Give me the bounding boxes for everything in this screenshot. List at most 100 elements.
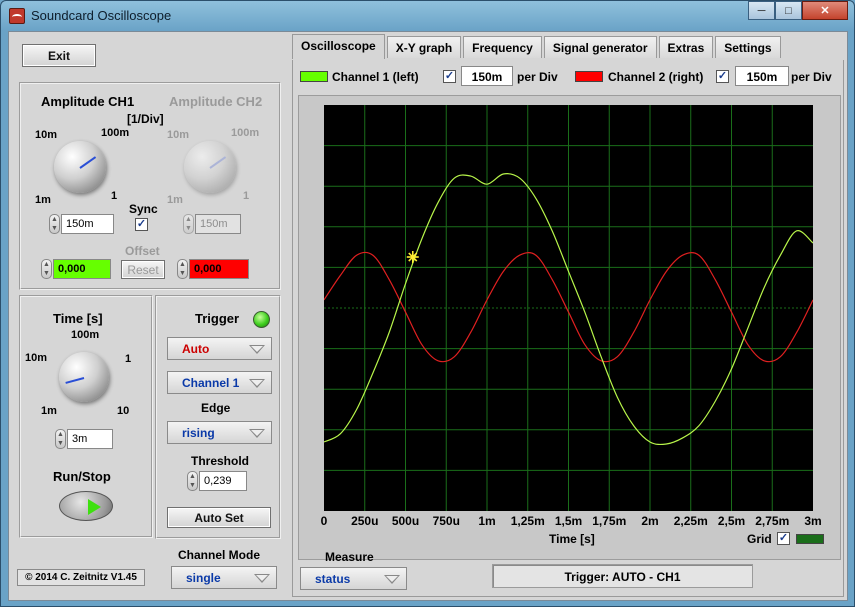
ch1-enable-checkbox[interactable]: ✓ <box>443 70 456 83</box>
edge-label: Edge <box>201 401 231 415</box>
ch1-scale-10m: 10m <box>35 129 58 141</box>
tab-signal-generator[interactable]: Signal generator <box>543 36 657 58</box>
ch1-amplitude-field[interactable]: 150m <box>61 214 114 234</box>
time-scale-1m: 1m <box>41 405 57 417</box>
x-tick-label: 0 <box>320 514 328 528</box>
ch2-scale-1: 1 <box>243 190 250 202</box>
trigger-mode-value: Auto <box>182 342 210 356</box>
scope-display[interactable] <box>323 105 814 511</box>
chevron-down-icon <box>384 575 400 584</box>
chevron-down-icon <box>249 379 265 388</box>
sync-checkbox[interactable]: ✓ <box>135 218 148 231</box>
run-stop-button[interactable] <box>59 491 113 521</box>
channel-mode-label: Channel Mode <box>178 548 261 562</box>
knob-needle <box>79 156 97 169</box>
trigger-edge-select[interactable]: rising <box>167 421 272 444</box>
offset-ch1-spinner[interactable]: ▲ ▼ <box>41 259 52 279</box>
amplitude-ch2-title: Amplitude CH2 <box>169 94 263 109</box>
close-icon: ✕ <box>820 5 830 17</box>
minimize-button[interactable]: ─ <box>748 1 775 20</box>
trigger-title: Trigger <box>195 311 240 326</box>
sync-label: Sync <box>129 202 158 216</box>
threshold-field[interactable]: 0,239 <box>199 471 247 491</box>
ch2-scale-100m: 100m <box>231 127 260 139</box>
tab-oscilloscope[interactable]: Oscilloscope <box>292 34 385 59</box>
knob-needle <box>209 156 227 169</box>
time-panel: Time [s] 100m 10m 1 1m 10 ▲ ▼ 3m Run/Stop <box>19 295 153 538</box>
tab-xy-graph[interactable]: X-Y graph <box>386 36 462 58</box>
exit-button[interactable]: Exit <box>22 44 96 67</box>
x-tick-label: 3m <box>804 514 822 528</box>
time-spinner[interactable]: ▲ ▼ <box>55 429 66 449</box>
trigger-mode-select[interactable]: Auto <box>167 337 272 360</box>
x-tick-label: 2,5m <box>717 514 746 528</box>
trigger-channel-value: Channel 1 <box>182 376 240 390</box>
offset-ch1-field[interactable]: 0,000 <box>53 259 111 279</box>
maximize-button[interactable]: □ <box>775 1 802 20</box>
x-tick-label: 2,25m <box>673 514 708 528</box>
offset-ch2-field[interactable]: 0,000 <box>189 259 249 279</box>
chevron-down-icon <box>254 574 270 583</box>
x-tick-label: 250u <box>351 514 379 528</box>
tab-extras[interactable]: Extras <box>658 36 714 58</box>
client-area: Exit Amplitude CH1 Amplitude CH2 [1/Div]… <box>8 31 848 601</box>
grid-checkbox[interactable]: ✓ <box>777 532 790 545</box>
x-tick-label: 2m <box>641 514 659 528</box>
threshold-spinner[interactable]: ▲ ▼ <box>187 471 198 491</box>
time-scale-100m: 100m <box>71 329 100 341</box>
measure-select[interactable]: status <box>300 567 407 590</box>
ch1-label: Channel 1 (left) <box>332 70 419 84</box>
ch1-color-swatch[interactable] <box>300 71 328 82</box>
scope-plot <box>323 105 814 511</box>
ch2-scale-10m: 10m <box>167 129 190 141</box>
trigger-channel-select[interactable]: Channel 1 <box>167 371 272 394</box>
x-tick-label: 500u <box>391 514 420 528</box>
offset-label: Offset <box>125 244 160 258</box>
grid-color-swatch[interactable] <box>796 534 824 544</box>
ch2-amplitude-spinner: ▲ ▼ <box>183 214 194 234</box>
x-tick-label: 1m <box>478 514 496 528</box>
copyright-label: © 2014 C. Zeitnitz V1.45 <box>17 569 145 586</box>
amplitude-ch1-title: Amplitude CH1 <box>41 94 135 109</box>
ch1-div-field[interactable]: 150m <box>461 66 513 86</box>
trigger-panel: Trigger Auto Channel 1 Edge rising Thres… <box>155 295 281 539</box>
tab-settings[interactable]: Settings <box>715 36 781 58</box>
measure-value: status <box>315 572 351 586</box>
play-icon <box>88 499 101 515</box>
amplitude-panel: Amplitude CH1 Amplitude CH2 [1/Div] 10m … <box>19 82 281 290</box>
ch1-scale-1m: 1m <box>35 194 51 206</box>
tab-frequency[interactable]: Frequency <box>463 36 542 58</box>
run-stop-label: Run/Stop <box>53 469 111 484</box>
time-scale-10: 10 <box>117 405 130 417</box>
offset-ch2-spinner[interactable]: ▲ ▼ <box>177 259 188 279</box>
ch1-amplitude-spinner[interactable]: ▲ ▼ <box>49 214 60 234</box>
channel-mode-select[interactable]: single <box>171 566 277 589</box>
x-tick-label: 2,75m <box>755 514 790 528</box>
x-tick-label: 1,75m <box>592 514 627 528</box>
chevron-down-icon <box>249 345 265 354</box>
title-bar[interactable]: Soundcard Oscilloscope ─ □ ✕ <box>1 1 854 31</box>
time-title: Time [s] <box>53 311 103 326</box>
time-field[interactable]: 3m <box>67 429 113 449</box>
ch2-color-swatch[interactable] <box>575 71 603 82</box>
measure-label: Measure <box>325 550 374 564</box>
x-tick-label: 1,5m <box>554 514 583 528</box>
time-scale-1: 1 <box>125 353 132 365</box>
ch2-label: Channel 2 (right) <box>608 70 704 84</box>
minimize-icon: ─ <box>757 4 766 17</box>
auto-set-button[interactable]: Auto Set <box>167 507 271 528</box>
amplitude-unit: [1/Div] <box>127 112 164 126</box>
ch2-div-field[interactable]: 150m <box>735 66 789 86</box>
window-title: Soundcard Oscilloscope <box>31 8 172 23</box>
ch2-enable-checkbox[interactable]: ✓ <box>716 70 729 83</box>
ch2-scale-1m: 1m <box>167 194 183 206</box>
close-button[interactable]: ✕ <box>802 1 848 20</box>
trigger-edge-value: rising <box>182 426 215 440</box>
ch1-scale-100m: 100m <box>101 127 130 139</box>
maximize-icon: □ <box>785 4 792 17</box>
x-tick-label: 1,25m <box>510 514 545 528</box>
time-knob[interactable] <box>59 352 109 402</box>
x-axis-label: Time [s] <box>549 532 595 546</box>
amplitude-ch1-knob[interactable] <box>54 141 106 193</box>
trigger-led <box>253 311 270 328</box>
